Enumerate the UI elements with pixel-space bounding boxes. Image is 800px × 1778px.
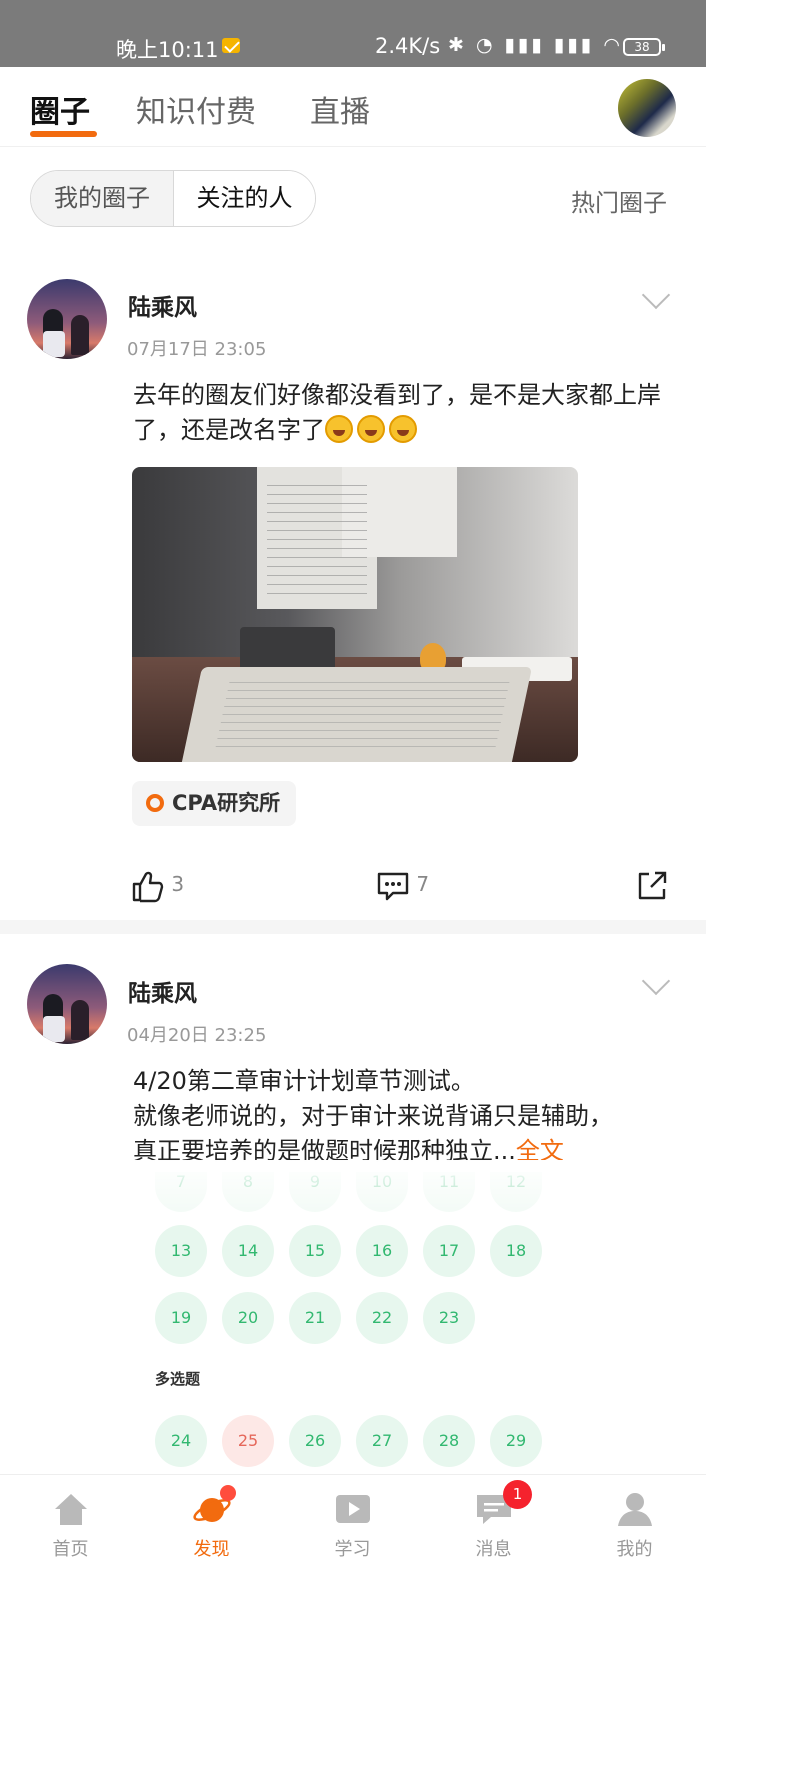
play-icon: [336, 1495, 370, 1523]
grid-cell: 27: [356, 1415, 408, 1467]
tab-live[interactable]: 直播: [310, 87, 370, 131]
post-time: 04月20日 23:25: [127, 1025, 267, 1046]
comment-button[interactable]: 7: [376, 866, 429, 902]
grid-cell: 16: [356, 1225, 408, 1277]
author-avatar[interactable]: [27, 279, 107, 359]
tab-paid-knowledge[interactable]: 知识付费: [136, 87, 256, 131]
nav-label: 消息: [475, 1539, 512, 1560]
nav-label: 学习: [334, 1539, 371, 1560]
share-button[interactable]: [635, 866, 669, 902]
rofl-emoji-icon: [389, 415, 417, 443]
grid-cell: 18: [490, 1225, 542, 1277]
author-name[interactable]: 陆乘风: [128, 288, 197, 322]
grid-cell: 17: [423, 1225, 475, 1277]
grid-cell: 19: [155, 1292, 207, 1344]
grid-cell: 24: [155, 1415, 207, 1467]
comment-icon: [377, 872, 409, 900]
grid-cell: 23: [423, 1292, 475, 1344]
thumbs-up-icon: [132, 871, 164, 902]
notification-icon: [222, 38, 240, 53]
post-separator: [0, 920, 706, 934]
active-tab-indicator: [30, 131, 97, 137]
nav-home[interactable]: 首页: [0, 1475, 141, 1568]
hot-circles-link[interactable]: 热门圈子: [571, 183, 667, 218]
nav-label: 发现: [193, 1539, 230, 1560]
unread-badge: 1: [503, 1480, 532, 1509]
status-bar: 晚上10:11 2.4K/s ✱ ◔ ▮▮▮ ▮▮▮ ◠ 38: [0, 0, 706, 67]
grid-cell: 26: [289, 1415, 341, 1467]
user-avatar[interactable]: [618, 79, 676, 137]
nav-label: 我的: [616, 1539, 653, 1560]
share-icon: [638, 871, 667, 899]
comment-count: 7: [416, 872, 430, 896]
grid-cell: 22: [356, 1292, 408, 1344]
rofl-emoji-icon: [325, 415, 353, 443]
post-text[interactable]: 4/20第二章审计计划章节测试。 就像老师说的，对于审计来说背诵只是辅助， 真正…: [133, 1064, 678, 1169]
post-text-line: 就像老师说的，对于审计来说背诵只是辅助，: [133, 1102, 613, 1130]
segment-my-circles[interactable]: 我的圈子: [31, 171, 173, 226]
nav-study[interactable]: 学习: [282, 1475, 423, 1568]
chevron-down-icon[interactable]: [641, 280, 671, 310]
chevron-down-icon[interactable]: [641, 966, 671, 996]
profile-icon: [618, 1493, 652, 1526]
network-speed: 2.4K/s: [375, 34, 441, 58]
nav-label: 首页: [52, 1539, 89, 1560]
grid-cell: 15: [289, 1225, 341, 1277]
bottom-nav: 首页 发现 学习 消息 1 我的: [0, 1474, 706, 1568]
grid-cell: 20: [222, 1292, 274, 1344]
post-time: 07月17日 23:05: [127, 339, 267, 360]
nav-discover[interactable]: 发现: [141, 1475, 282, 1568]
nav-dot: [220, 1485, 236, 1501]
signal-icons: ✱ ◔ ▮▮▮ ▮▮▮ ◠: [448, 34, 623, 56]
tab-circles[interactable]: 圈子: [30, 87, 90, 131]
grid-cell: 28: [423, 1415, 475, 1467]
post-text-line: 4/20第二章审计计划章节测试。: [133, 1067, 475, 1095]
grid-cell: 21: [289, 1292, 341, 1344]
section-label-multiple-choice: 多选题: [155, 1370, 201, 1388]
status-time: 晚上10:11: [116, 38, 219, 62]
like-button[interactable]: 3: [131, 866, 184, 902]
post-text: 去年的圈友们好像都没看到了，是不是大家都上岸了，还是改名字了: [133, 378, 678, 448]
grid-cell: 29: [490, 1415, 542, 1467]
rofl-emoji-icon: [357, 415, 385, 443]
circle-logo-icon: [146, 794, 164, 812]
image-fade: [130, 1160, 580, 1210]
grid-cell-wrong: 25: [222, 1415, 274, 1467]
app-screen: 晚上10:11 2.4K/s ✱ ◔ ▮▮▮ ▮▮▮ ◠ 38 圈子 知识付费 …: [0, 0, 706, 1568]
segment-following[interactable]: 关注的人: [173, 171, 315, 226]
author-name[interactable]: 陆乘风: [128, 974, 197, 1008]
home-icon: [55, 1494, 87, 1525]
author-avatar[interactable]: [27, 964, 107, 1044]
nav-profile[interactable]: 我的: [564, 1475, 705, 1568]
circle-tag[interactable]: CPA研究所: [132, 781, 297, 826]
like-count: 3: [171, 872, 185, 896]
post-photo[interactable]: [132, 467, 578, 762]
circle-tag-label: CPA研究所: [172, 791, 281, 815]
grid-cell: 14: [222, 1225, 274, 1277]
battery-icon: 38: [623, 38, 665, 56]
top-tabs: 圈子 知识付费 直播: [0, 67, 706, 147]
nav-messages[interactable]: 消息: [423, 1475, 564, 1568]
circle-filter-toggle: 我的圈子 关注的人: [30, 170, 316, 227]
grid-cell: 13: [155, 1225, 207, 1277]
